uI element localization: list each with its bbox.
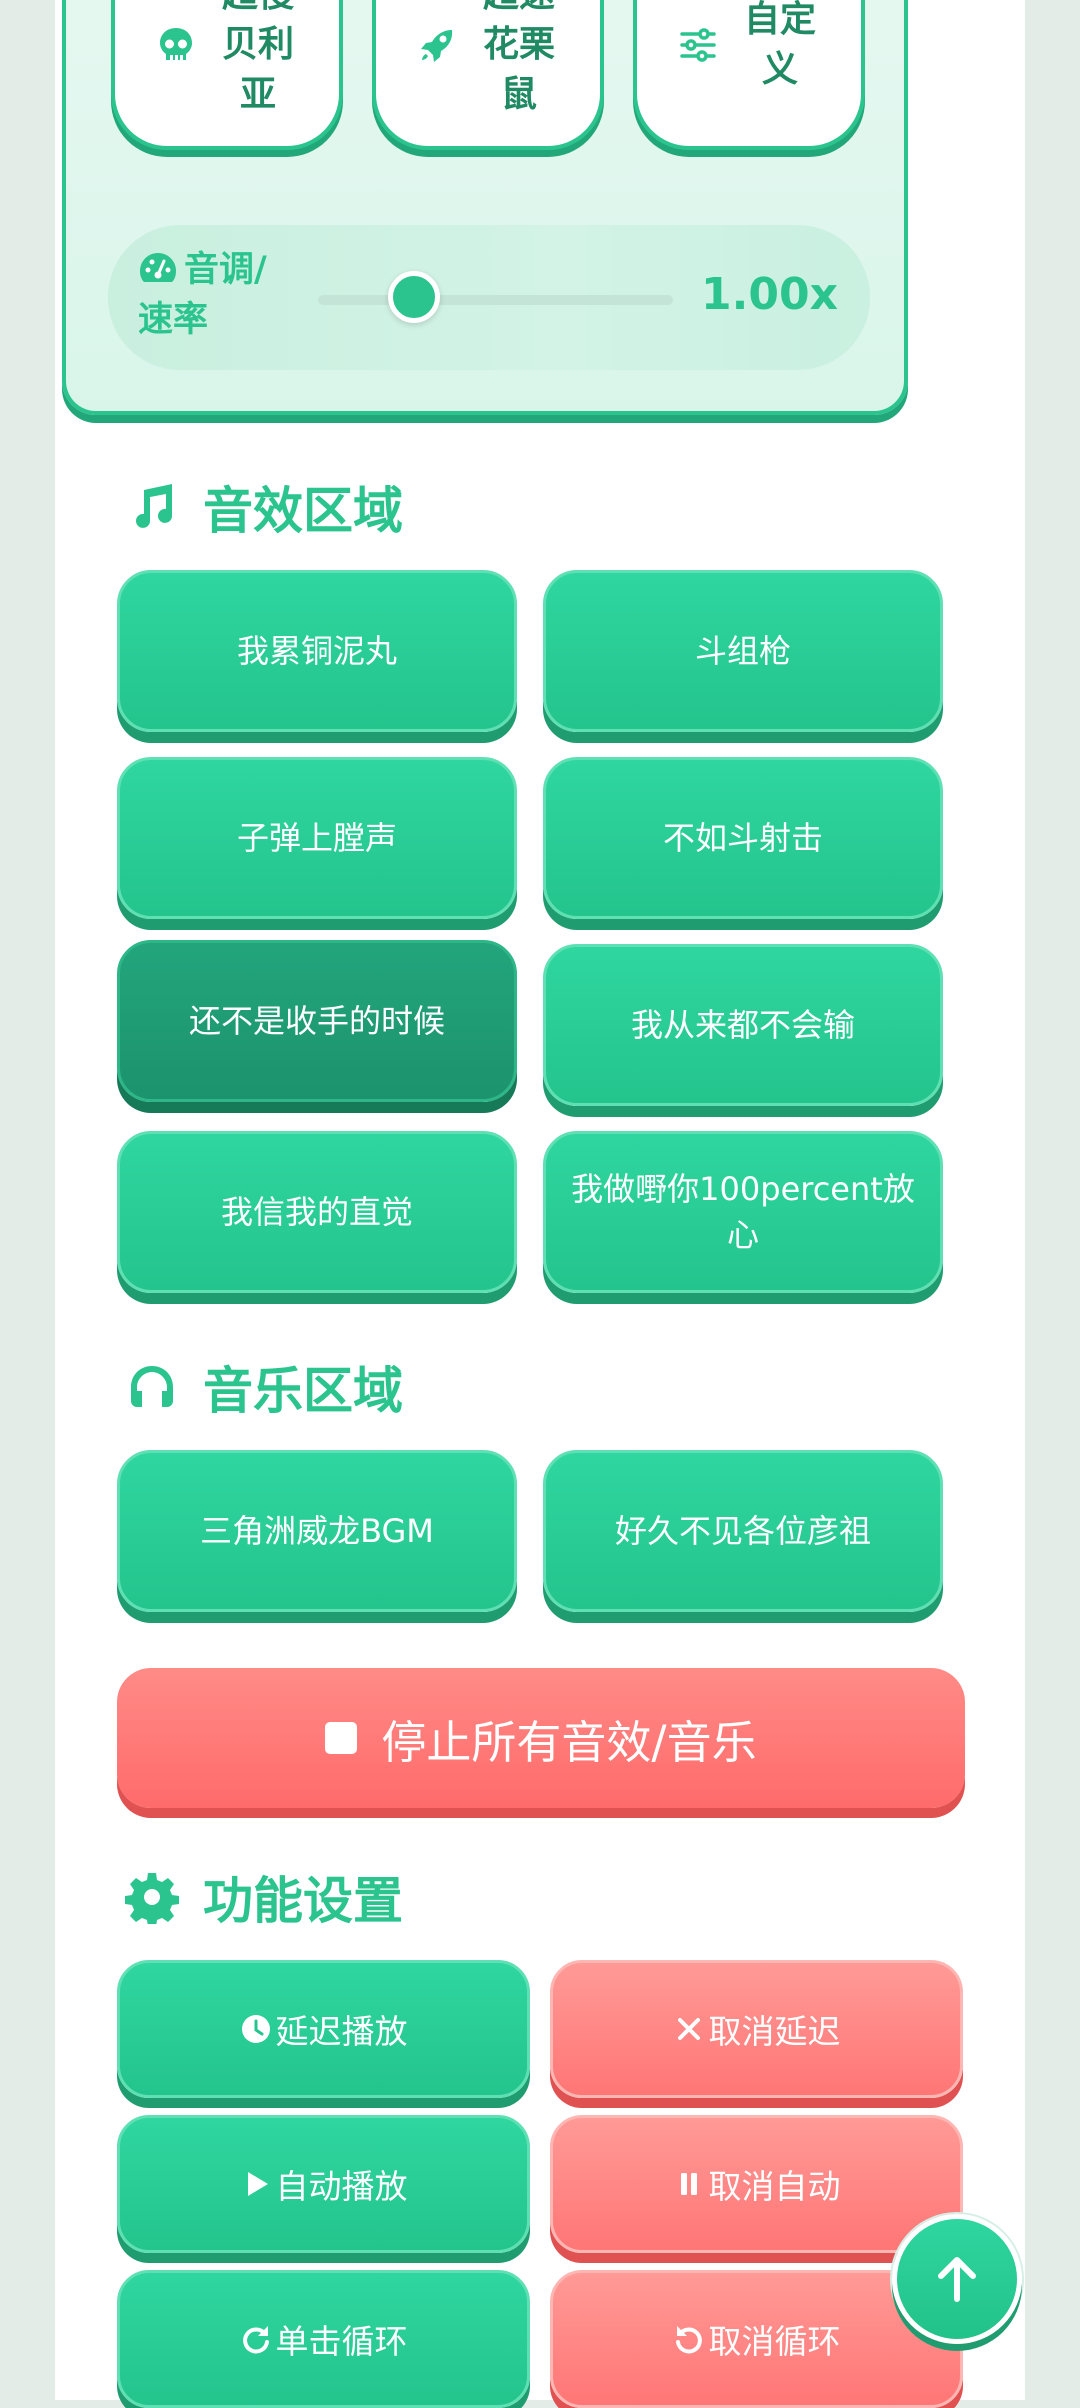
music-section-title: 音乐区域 bbox=[125, 1352, 403, 1422]
voice-mode-label: 超速花栗鼠 bbox=[482, 0, 555, 115]
delay-play-button[interactable]: 延迟播放 bbox=[117, 1960, 530, 2098]
sound-button[interactable]: 还不是收手的时候 bbox=[117, 940, 517, 1102]
scroll-top-button[interactable] bbox=[892, 2214, 1022, 2344]
sound-button[interactable]: 我从来都不会输 bbox=[543, 944, 943, 1106]
undo-icon bbox=[675, 2326, 702, 2354]
voice-mode-fast[interactable]: 超速花栗鼠 bbox=[372, 0, 604, 150]
sound-section-title: 音效区域 bbox=[125, 472, 403, 542]
sound-button[interactable]: 我做嘢你100percent放心 bbox=[543, 1131, 943, 1293]
play-icon bbox=[247, 2172, 268, 2196]
clock-icon bbox=[241, 2015, 270, 2043]
arrow-up-icon bbox=[938, 2257, 976, 2302]
voice-mode-panel: 超慢贝利亚 超速花栗鼠 自定义 音调/速率 1.00x bbox=[62, 0, 908, 415]
button-label: 取消延迟 bbox=[708, 2012, 841, 2051]
gear-icon bbox=[125, 1873, 179, 1924]
stop-all-button[interactable]: 停止所有音效/音乐 bbox=[117, 1668, 965, 1808]
gauge-icon bbox=[140, 253, 176, 282]
stop-icon bbox=[325, 1722, 358, 1754]
close-icon bbox=[677, 2018, 700, 2040]
pitch-slider-thumb[interactable] bbox=[387, 271, 440, 323]
sound-button[interactable]: 子弹上膛声 bbox=[117, 757, 517, 919]
headphones-icon bbox=[131, 1366, 173, 1407]
voice-mode-label: 自定义 bbox=[743, 0, 816, 90]
cancel-auto-button[interactable]: 取消自动 bbox=[550, 2115, 963, 2253]
rocket-icon bbox=[421, 30, 453, 62]
button-label: 取消自动 bbox=[708, 2167, 841, 2206]
button-label: 自动播放 bbox=[275, 2167, 408, 2206]
music-note-icon bbox=[136, 484, 172, 528]
click-loop-button[interactable]: 单击循环 bbox=[117, 2270, 530, 2408]
skull-icon bbox=[160, 28, 192, 60]
button-label: 延迟播放 bbox=[275, 2012, 408, 2051]
pitch-slider-track[interactable] bbox=[318, 295, 673, 305]
section-title-text: 功能设置 bbox=[203, 1872, 403, 1930]
button-label: 取消循环 bbox=[708, 2322, 841, 2361]
pause-icon bbox=[680, 2173, 697, 2195]
pitch-value: 1.00x bbox=[701, 269, 838, 320]
button-label: 单击循环 bbox=[275, 2322, 408, 2361]
voice-mode-label: 超慢贝利亚 bbox=[221, 0, 294, 115]
sliders-icon bbox=[680, 28, 716, 62]
sound-button[interactable]: 我累铜泥丸 bbox=[117, 570, 517, 732]
section-title-text: 音乐区域 bbox=[203, 1362, 403, 1420]
section-title-text: 音效区域 bbox=[203, 482, 403, 540]
pitch-rate-control: 音调/速率 1.00x bbox=[108, 225, 870, 370]
voice-mode-slow[interactable]: 超慢贝利亚 bbox=[111, 0, 343, 150]
sound-button[interactable]: 不如斗射击 bbox=[543, 757, 943, 919]
music-button[interactable]: 三角洲威龙BGM bbox=[117, 1450, 517, 1612]
pitch-rate-label: 音调/速率 bbox=[138, 245, 288, 345]
sound-button[interactable]: 我信我的直觉 bbox=[117, 1131, 517, 1293]
sound-button[interactable]: 斗组枪 bbox=[543, 570, 943, 732]
settings-section-title: 功能设置 bbox=[125, 1862, 403, 1932]
auto-play-button[interactable]: 自动播放 bbox=[117, 2115, 530, 2253]
stop-all-label: 停止所有音效/音乐 bbox=[381, 1715, 757, 1769]
cancel-delay-button[interactable]: 取消延迟 bbox=[550, 1960, 963, 2098]
voice-mode-custom[interactable]: 自定义 bbox=[633, 0, 865, 150]
music-button[interactable]: 好久不见各位彦祖 bbox=[543, 1450, 943, 1612]
redo-icon bbox=[242, 2326, 269, 2354]
